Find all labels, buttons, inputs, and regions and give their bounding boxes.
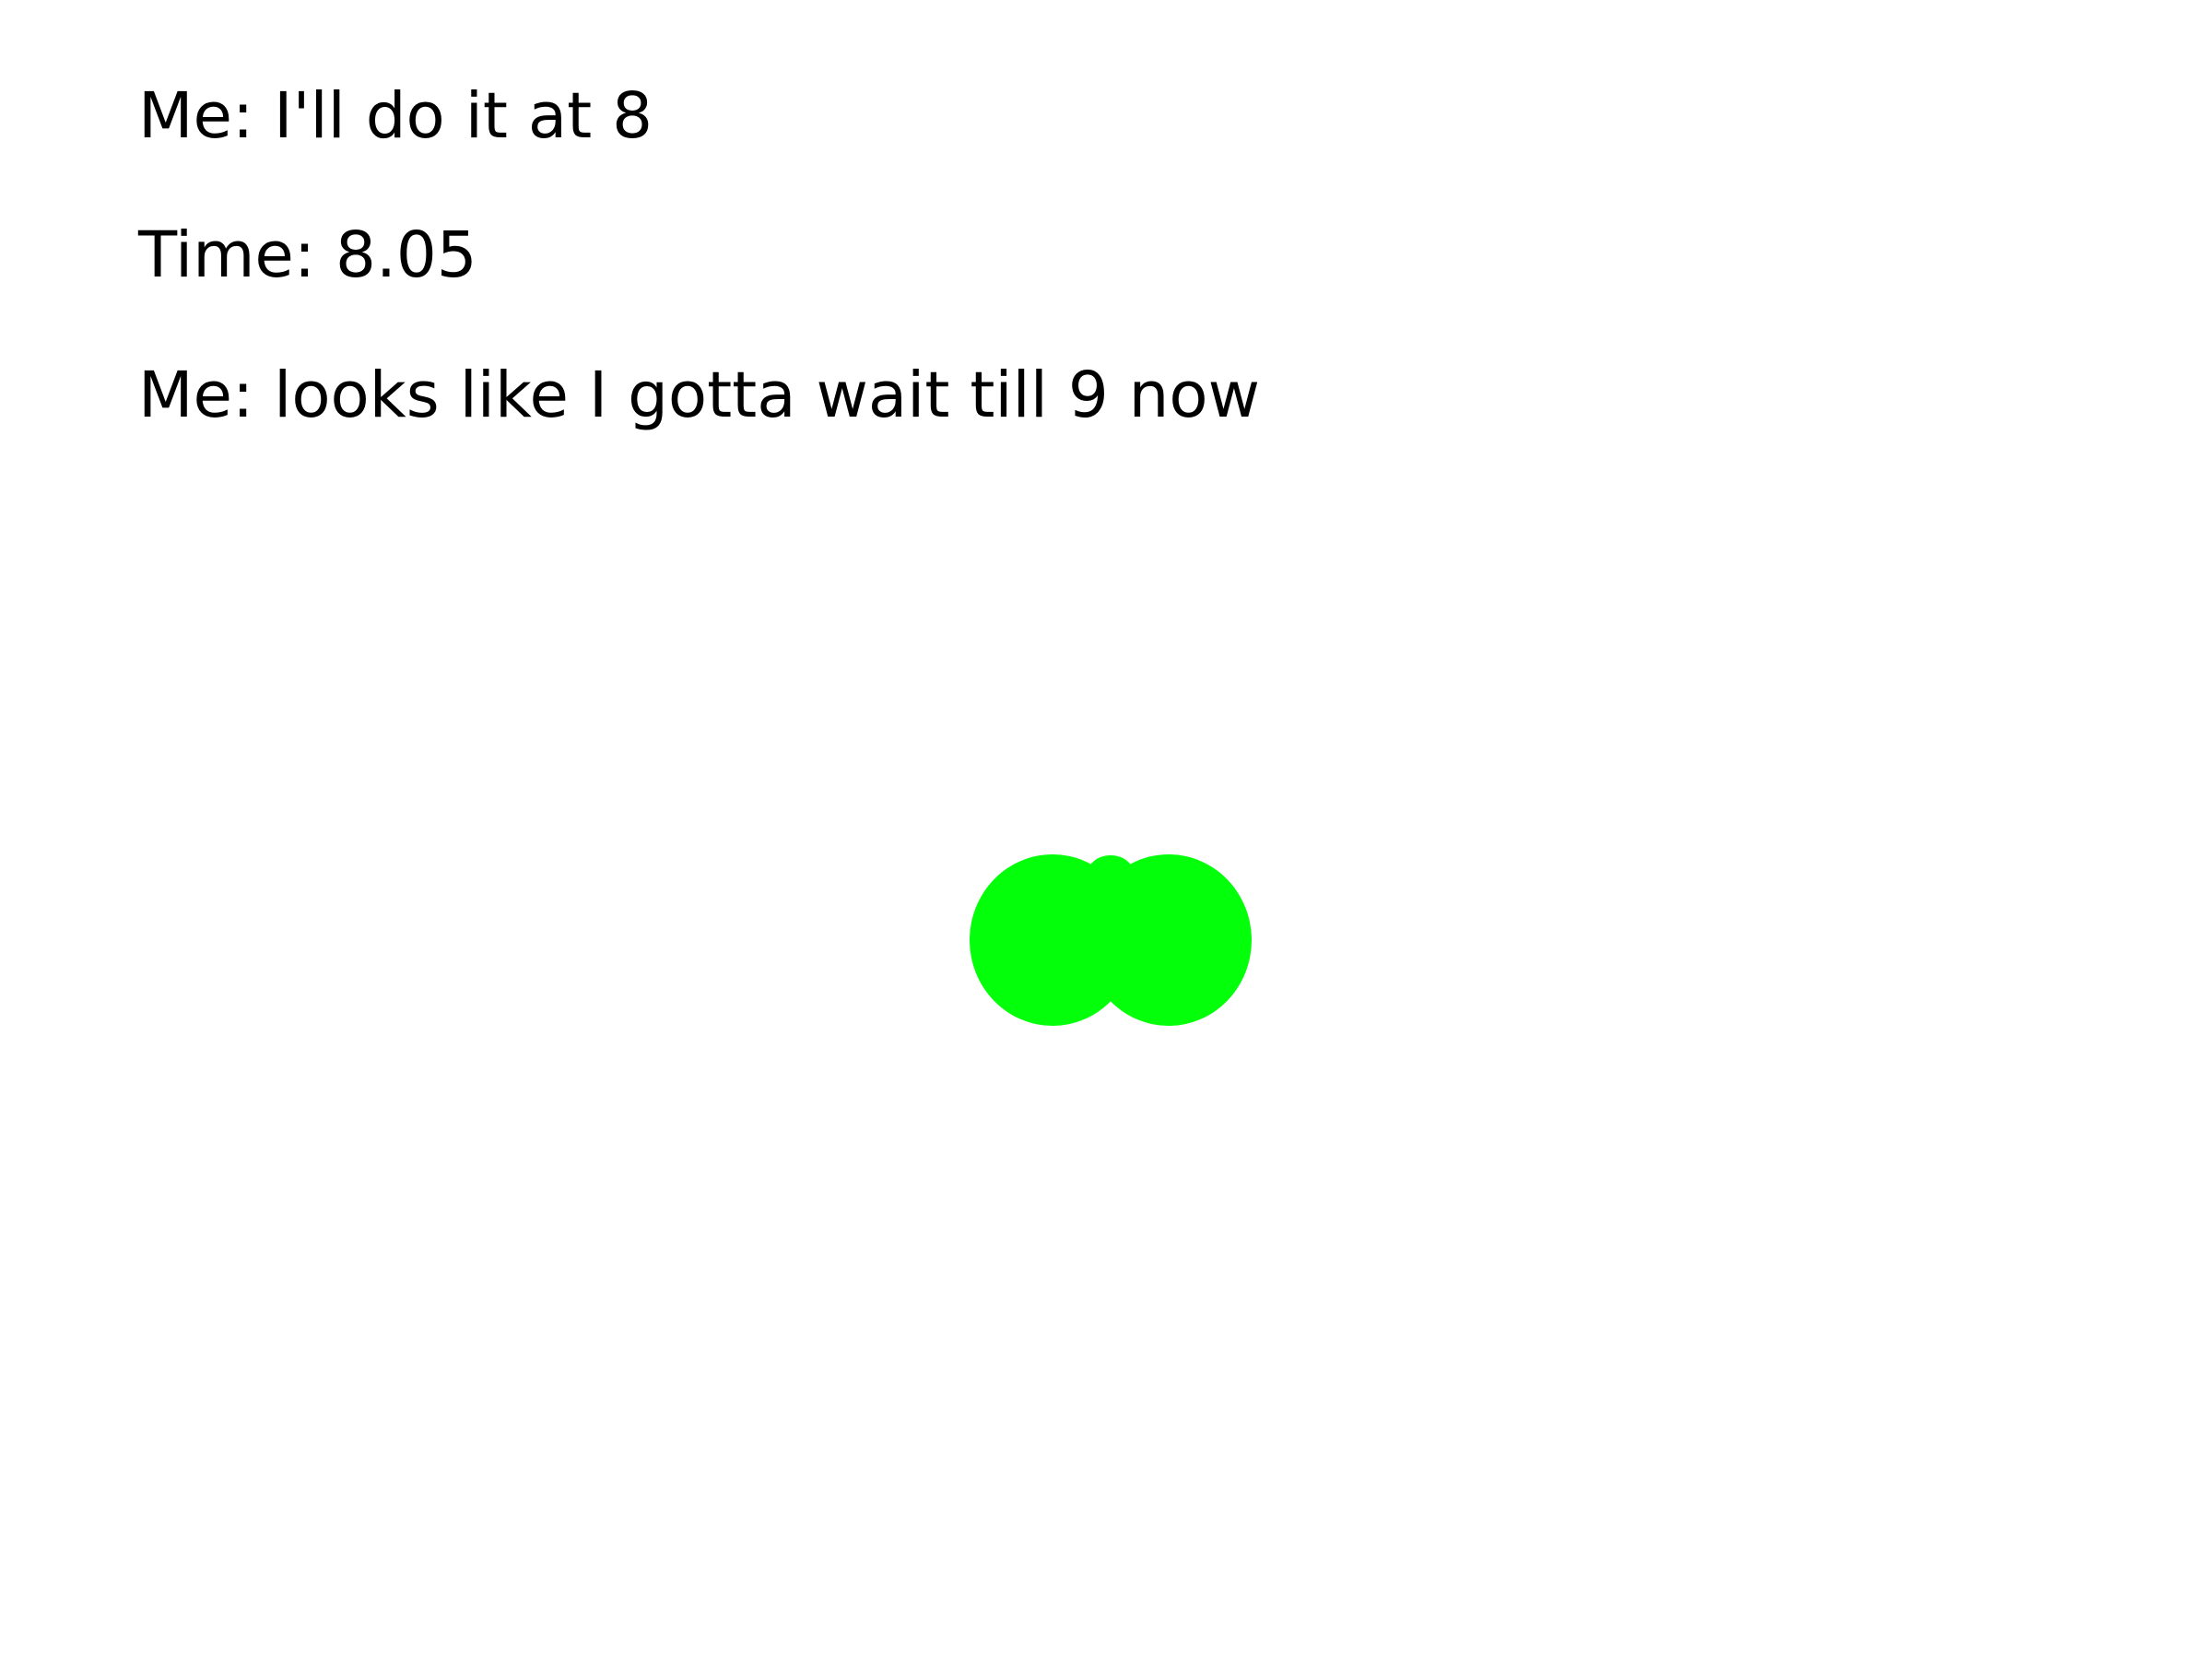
caption-line-3: Me: looks like I gotta wait till 9 now [138, 359, 1261, 432]
green-blob-icon [970, 854, 1252, 1026]
caption-line-1: Me: I'll do it at 8 [138, 79, 653, 153]
caption-line-2: Time: 8.05 [138, 218, 477, 292]
